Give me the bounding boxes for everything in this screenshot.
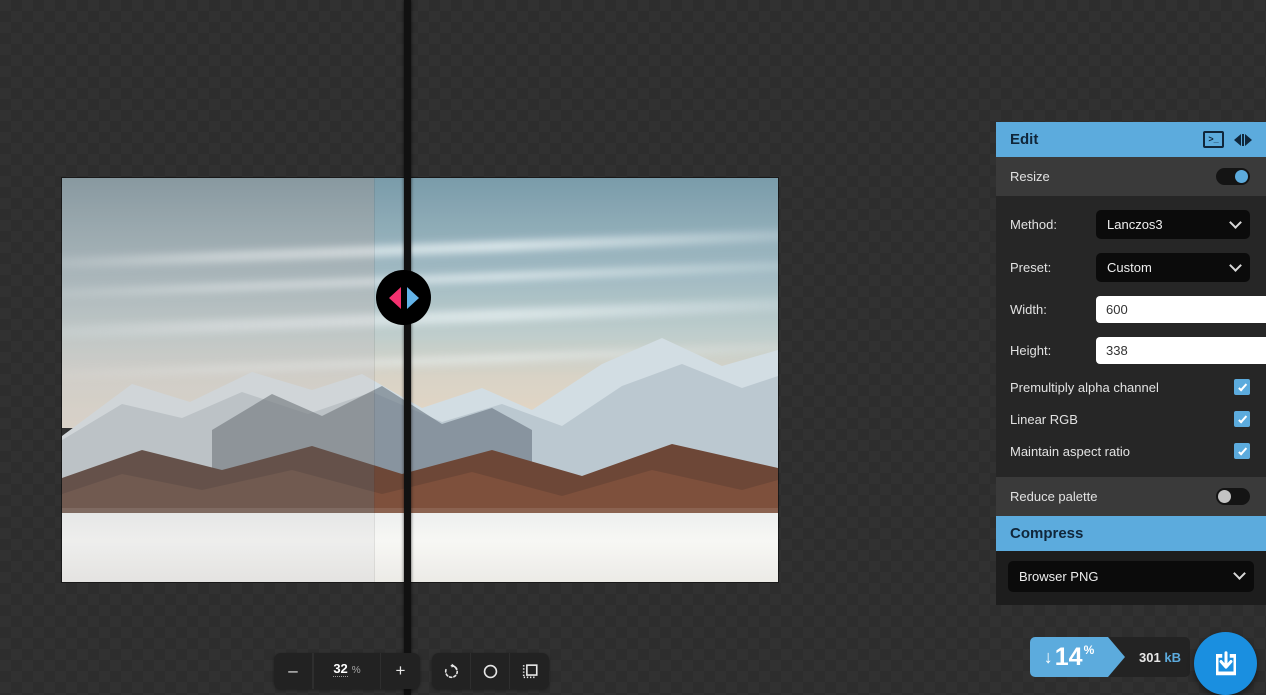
compress-section-header[interactable]: Compress xyxy=(996,516,1266,551)
rotate-icon[interactable] xyxy=(432,653,471,689)
output-size-value: 301 xyxy=(1139,650,1161,665)
compression-result-badge: ↓ 14 % 301 kB xyxy=(1030,637,1190,677)
reduce-palette-row: Reduce palette xyxy=(996,477,1266,516)
result-strip: ↓ 14 % 301 kB xyxy=(996,632,1266,695)
compare-slider-handle[interactable] xyxy=(376,270,431,325)
width-row: Width: xyxy=(996,289,1266,330)
zoom-level-input[interactable]: 32 % xyxy=(313,653,381,689)
compress-section-title: Compress xyxy=(1010,525,1083,542)
compress-format-select[interactable]: Browser PNG xyxy=(1008,561,1254,592)
slider-right-arrow-icon xyxy=(407,287,419,309)
reduce-palette-toggle[interactable] xyxy=(1216,488,1250,505)
height-row: Height: xyxy=(996,330,1266,371)
zoom-controls: – 32 % + xyxy=(274,653,420,689)
compress-format-value: Browser PNG xyxy=(1019,569,1098,584)
premultiply-alpha-label: Premultiply alpha channel xyxy=(1010,380,1159,395)
method-select[interactable]: Lanczos3 xyxy=(1096,210,1250,239)
zoom-in-button[interactable]: + xyxy=(381,653,420,689)
download-button[interactable] xyxy=(1194,632,1257,695)
width-label: Width: xyxy=(1010,302,1096,317)
compare-slider-line[interactable] xyxy=(404,0,411,695)
chevron-down-icon xyxy=(1229,216,1242,229)
terminal-icon[interactable]: >_ xyxy=(1203,131,1224,148)
transform-controls xyxy=(432,653,549,689)
compress-settings-block: Browser PNG xyxy=(996,551,1266,605)
method-row: Method: Lanczos3 xyxy=(996,203,1266,246)
method-label: Method: xyxy=(1010,217,1096,232)
slider-left-arrow-icon xyxy=(389,287,401,309)
canvas-area: – 32 % + xyxy=(0,0,996,695)
zoom-unit-label: % xyxy=(352,665,361,676)
width-input[interactable] xyxy=(1096,296,1266,323)
edit-section-header[interactable]: Edit >_ xyxy=(996,122,1266,157)
chevron-down-icon xyxy=(1229,259,1242,272)
height-label: Height: xyxy=(1010,343,1096,358)
edit-section-title: Edit xyxy=(1010,131,1038,148)
chevron-down-icon xyxy=(1233,567,1246,580)
linear-rgb-label: Linear RGB xyxy=(1010,412,1078,427)
zoom-level-value: 32 xyxy=(333,662,347,677)
download-icon xyxy=(1211,649,1241,679)
down-arrow-icon: ↓ xyxy=(1044,648,1053,666)
linear-rgb-row: Linear RGB xyxy=(996,403,1266,435)
resize-toggle-row: Resize xyxy=(996,157,1266,196)
image-compare-viewport[interactable] xyxy=(62,178,778,582)
preset-row: Preset: Custom xyxy=(996,246,1266,289)
resize-label: Resize xyxy=(1010,169,1050,184)
circle-icon[interactable] xyxy=(471,653,510,689)
percent-symbol: % xyxy=(1084,643,1095,657)
preset-label: Preset: xyxy=(1010,260,1096,275)
compression-percent-value: 14 xyxy=(1055,645,1083,670)
collapse-panel-icon[interactable] xyxy=(1234,134,1252,146)
preset-value: Custom xyxy=(1107,260,1152,275)
maintain-aspect-ratio-checkbox[interactable] xyxy=(1234,443,1250,459)
maintain-aspect-ratio-row: Maintain aspect ratio xyxy=(996,435,1266,467)
premultiply-alpha-checkbox[interactable] xyxy=(1234,379,1250,395)
height-input[interactable] xyxy=(1096,337,1266,364)
resize-toggle[interactable] xyxy=(1216,168,1250,185)
crop-icon[interactable] xyxy=(510,653,549,689)
resize-settings-block: Method: Lanczos3 Preset: Custom Width: H… xyxy=(996,196,1266,477)
preset-select[interactable]: Custom xyxy=(1096,253,1250,282)
premultiply-alpha-row: Premultiply alpha channel xyxy=(996,371,1266,403)
compression-percent-chunk: ↓ 14 % xyxy=(1030,637,1108,677)
maintain-aspect-ratio-label: Maintain aspect ratio xyxy=(1010,444,1130,459)
viewer-toolbar: – 32 % + xyxy=(274,653,549,689)
reduce-palette-label: Reduce palette xyxy=(1010,489,1097,504)
output-size-unit: kB xyxy=(1164,650,1181,665)
settings-panel: Edit >_ Resize Method: Lanczos3 xyxy=(996,122,1266,605)
edit-header-actions: >_ xyxy=(1203,131,1252,148)
image-editor-app: – 32 % + xyxy=(0,0,1266,695)
zoom-out-button[interactable]: – xyxy=(274,653,313,689)
method-value: Lanczos3 xyxy=(1107,217,1163,232)
linear-rgb-checkbox[interactable] xyxy=(1234,411,1250,427)
